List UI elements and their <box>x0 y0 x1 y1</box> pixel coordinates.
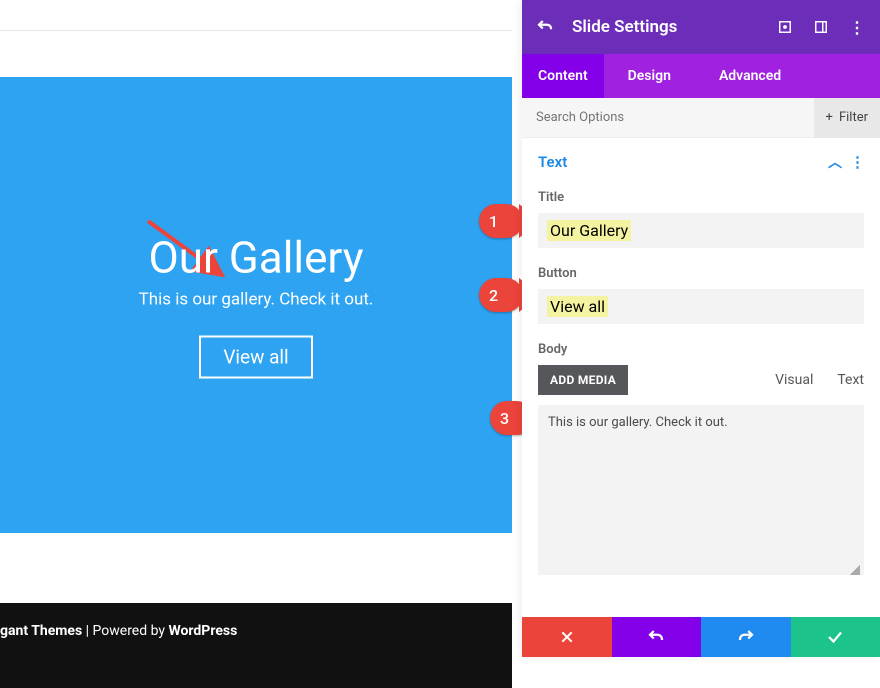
dock-icon[interactable] <box>812 18 830 36</box>
panel-title: Slide Settings <box>572 17 758 37</box>
redo-button[interactable] <box>701 617 791 657</box>
callout-label: 2 <box>489 286 498 305</box>
hero-title: Our Gallery <box>0 232 512 284</box>
settings-panel: Slide Settings ⋮ Content Design Advanced… <box>522 0 880 657</box>
button-field-wrap[interactable]: View all <box>538 289 864 324</box>
panel-actions <box>522 617 880 657</box>
callout-label: 3 <box>500 409 509 428</box>
label-title: Title <box>538 190 864 205</box>
resize-handle[interactable] <box>850 565 860 575</box>
tab-advanced[interactable]: Advanced <box>703 54 797 98</box>
plus-icon: + <box>826 110 833 125</box>
cancel-button[interactable] <box>522 617 612 657</box>
page-preview: Our Gallery This is our gallery. Check i… <box>0 30 512 657</box>
tab-design[interactable]: Design <box>612 54 687 98</box>
button-input[interactable]: View all <box>547 296 608 317</box>
expand-icon[interactable] <box>776 18 794 36</box>
title-input[interactable]: Our Gallery <box>547 220 631 241</box>
editor-tab-visual[interactable]: Visual <box>775 372 813 388</box>
panel-tabs: Content Design Advanced <box>522 54 880 98</box>
filter-button[interactable]: + Filter <box>814 98 880 138</box>
save-button[interactable] <box>791 617 880 657</box>
callout-1: 1 <box>479 204 523 238</box>
footer-separator: | Powered by <box>82 623 168 639</box>
add-media-button[interactable]: ADD MEDIA <box>538 365 628 395</box>
callout-label: 1 <box>489 212 498 231</box>
hero-subtitle: This is our gallery. Check it out. <box>0 290 512 310</box>
footer-brand: gant Themes <box>0 623 82 639</box>
callout-2: 2 <box>479 278 523 312</box>
hero-slide: Our Gallery This is our gallery. Check i… <box>0 77 512 533</box>
filter-label: Filter <box>839 110 868 125</box>
title-field-wrap[interactable]: Our Gallery <box>538 213 864 248</box>
undo-button[interactable] <box>612 617 702 657</box>
panel-header: Slide Settings ⋮ <box>522 0 880 54</box>
tab-content[interactable]: Content <box>522 54 604 98</box>
search-row: + Filter <box>522 98 880 138</box>
section-more-icon[interactable]: ⋮ <box>850 153 864 171</box>
body-editor[interactable] <box>538 405 864 575</box>
label-body: Body <box>538 342 864 357</box>
panel-body: Text ︿ ⋮ Title Our Gallery Button View a… <box>522 138 880 617</box>
chevron-up-icon[interactable]: ︿ <box>828 152 842 172</box>
back-icon[interactable] <box>536 18 554 36</box>
more-icon[interactable]: ⋮ <box>848 18 866 36</box>
hero-view-all-button[interactable]: View all <box>199 336 312 379</box>
section-title: Text <box>538 153 567 171</box>
editor-tab-text[interactable]: Text <box>837 372 864 388</box>
footer-platform: WordPress <box>168 623 237 639</box>
label-button: Button <box>538 266 864 281</box>
search-input[interactable] <box>522 110 814 125</box>
section-header-text[interactable]: Text ︿ ⋮ <box>538 152 864 172</box>
site-footer: gant Themes | Powered by WordPress <box>0 603 512 688</box>
